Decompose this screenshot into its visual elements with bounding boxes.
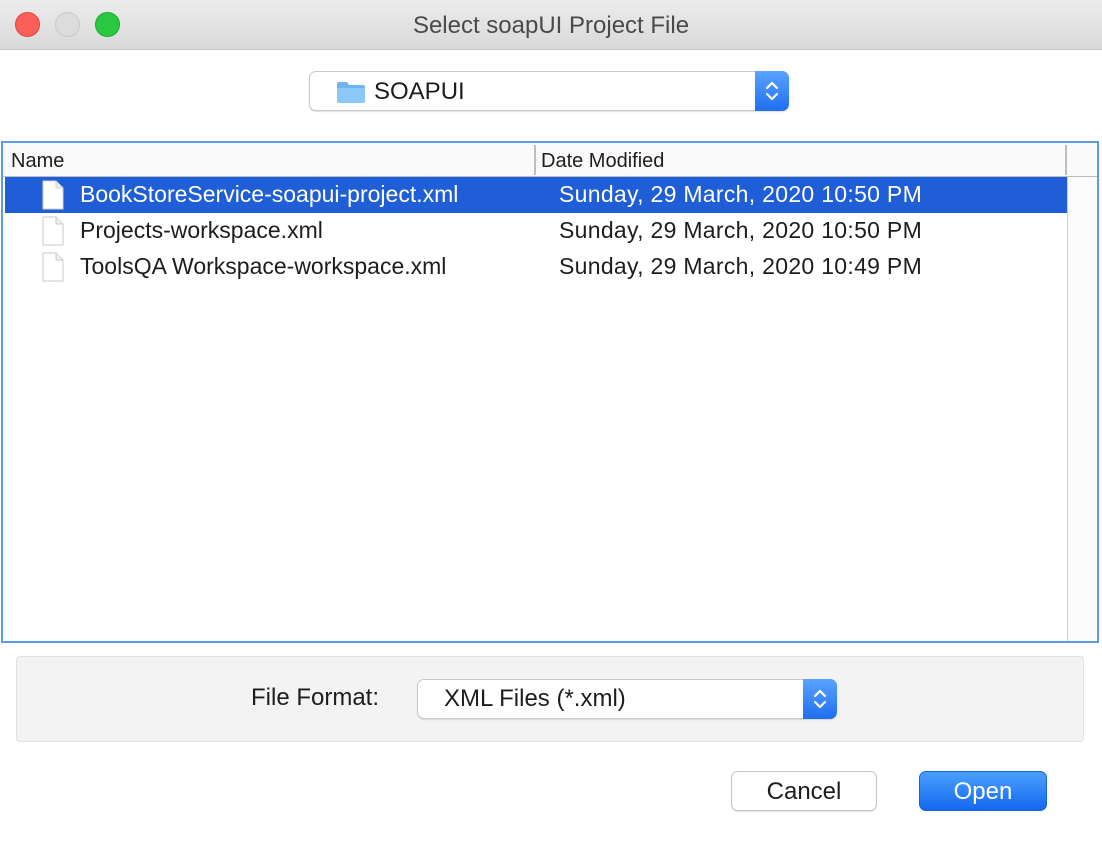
file-format-panel: File Format: XML Files (*.xml) [16, 656, 1084, 742]
file-list-header: Name Date Modified [3, 143, 1097, 177]
folder-selector[interactable]: SOAPUI [309, 71, 789, 111]
file-name: BookStoreService-soapui-project.xml [80, 181, 459, 207]
chevron-up-down-icon [765, 81, 779, 101]
file-row[interactable]: Projects-workspace.xml Sunday, 29 March,… [5, 213, 1067, 249]
document-icon [42, 180, 64, 210]
file-name: Projects-workspace.xml [80, 217, 323, 243]
window-title: Select soapUI Project File [412, 12, 690, 39]
file-date-modified: Sunday, 29 March, 2020 10:50 PM [559, 217, 923, 243]
folder-selector-stepper[interactable] [755, 71, 789, 111]
file-name: ToolsQA Workspace-workspace.xml [80, 253, 447, 279]
file-date-modified: Sunday, 29 March, 2020 10:49 PM [559, 253, 923, 279]
file-format-value: XML Files (*.xml) [444, 685, 626, 712]
vertical-scrollbar-track[interactable] [1067, 177, 1097, 641]
cancel-button[interactable]: Cancel [731, 771, 877, 811]
file-format-label: File Format: [251, 684, 380, 711]
column-header-date-modified[interactable]: Date Modified [541, 143, 1067, 176]
column-header-name[interactable]: Name [11, 143, 535, 176]
column-divider[interactable] [1065, 145, 1067, 175]
folder-selector-value: SOAPUI [374, 78, 465, 105]
file-format-stepper[interactable] [803, 679, 837, 719]
folder-icon [337, 82, 365, 103]
file-row[interactable]: ToolsQA Workspace-workspace.xml Sunday, … [5, 249, 1067, 285]
title-bar: Select soapUI Project File [0, 0, 1102, 50]
document-icon [42, 252, 64, 282]
chevron-up-down-icon [813, 689, 827, 709]
file-list[interactable]: Name Date Modified BookStoreService-soap… [1, 141, 1099, 643]
open-button[interactable]: Open [919, 771, 1047, 811]
file-date-modified: Sunday, 29 March, 2020 10:50 PM [559, 181, 923, 207]
column-divider[interactable] [534, 145, 536, 175]
document-icon [42, 216, 64, 246]
file-row[interactable]: BookStoreService-soapui-project.xml Sund… [5, 177, 1067, 213]
file-format-select[interactable]: XML Files (*.xml) [417, 679, 837, 719]
